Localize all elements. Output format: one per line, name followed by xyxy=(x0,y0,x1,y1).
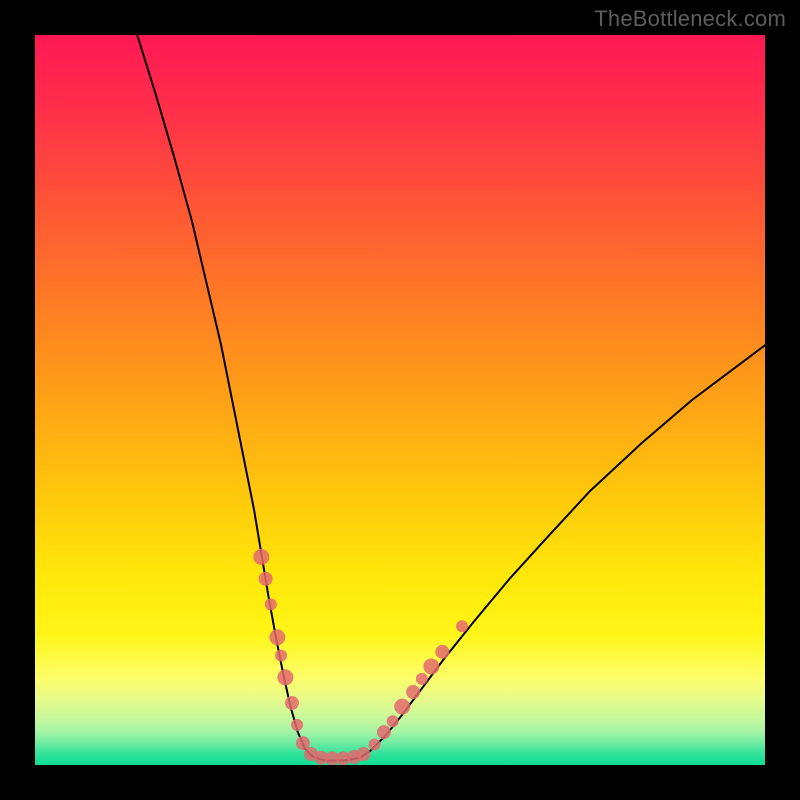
data-bead xyxy=(269,629,285,645)
data-bead xyxy=(357,747,371,761)
data-bead xyxy=(406,685,420,699)
data-bead xyxy=(265,598,277,610)
data-bead xyxy=(291,719,303,731)
v-curve xyxy=(137,35,765,761)
beads-group xyxy=(253,549,468,765)
data-bead xyxy=(416,673,428,685)
plot-area xyxy=(35,35,765,765)
data-bead xyxy=(456,620,468,632)
data-bead xyxy=(275,650,287,662)
data-bead xyxy=(435,645,449,659)
data-bead xyxy=(377,725,391,739)
data-bead xyxy=(285,696,299,710)
watermark-text: TheBottleneck.com xyxy=(594,6,786,32)
data-bead xyxy=(277,669,293,685)
curve-layer xyxy=(35,35,765,765)
data-bead xyxy=(394,699,410,715)
data-bead xyxy=(423,658,439,674)
data-bead xyxy=(387,715,399,727)
data-bead xyxy=(259,572,273,586)
chart-frame: TheBottleneck.com xyxy=(0,0,800,800)
data-bead xyxy=(368,739,380,751)
data-bead xyxy=(253,549,269,565)
